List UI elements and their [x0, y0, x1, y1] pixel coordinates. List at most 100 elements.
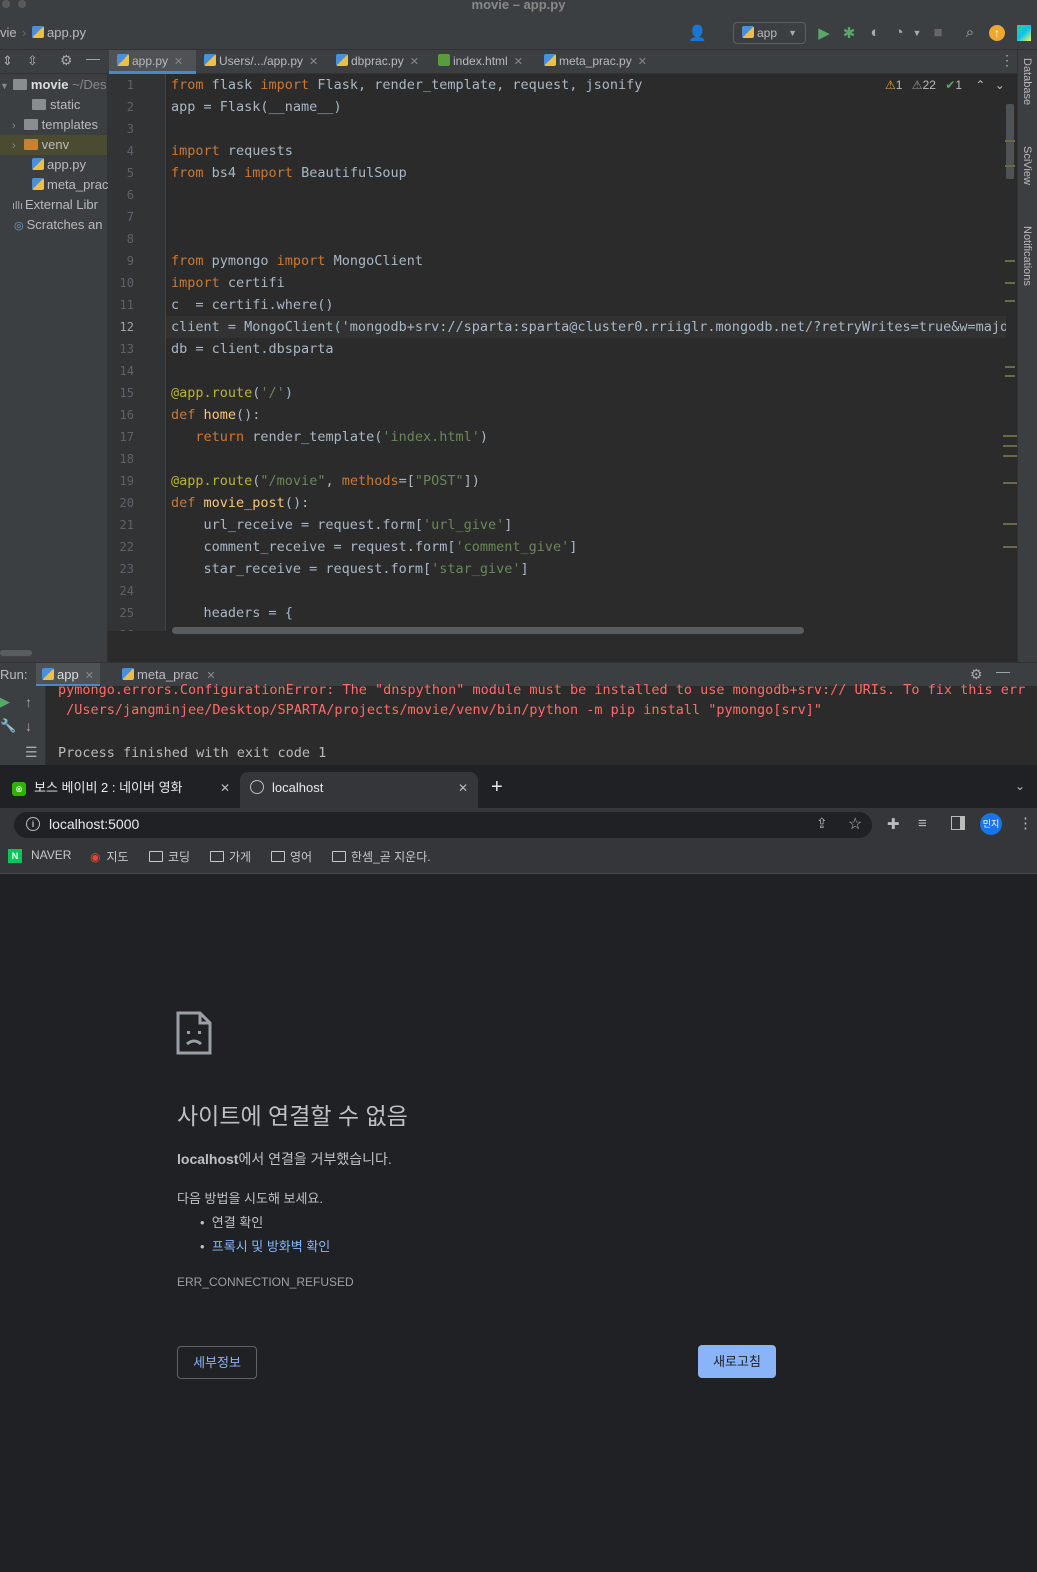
chevron-down-icon[interactable]: ⌄ — [995, 78, 1005, 92]
arrow-down-icon[interactable]: ↓ — [25, 718, 32, 734]
arrow-up-icon[interactable]: ↑ — [25, 694, 32, 710]
breadcrumb-file[interactable]: app.py — [32, 25, 86, 40]
suggestion-link[interactable]: • 프록시 및 방화벽 확인 — [200, 1236, 330, 1255]
error-stripe[interactable] — [1005, 100, 1015, 380]
media-controls-icon[interactable]: ≡ — [918, 815, 927, 832]
warning-icon: ⚠ — [885, 78, 896, 92]
side-panel-icon[interactable] — [951, 816, 965, 830]
bookmark-store[interactable]: 가게 — [210, 848, 251, 865]
close-icon[interactable]: ✕ — [85, 670, 94, 682]
error-title: 사이트에 연결할 수 없음 — [177, 1103, 408, 1129]
search-icon[interactable]: ⌕ — [961, 24, 979, 41]
close-icon[interactable]: ✕ — [174, 56, 183, 68]
bookmark-star-icon[interactable]: ☆ — [848, 814, 862, 834]
code-line: url_receive = request.form['url_give'] — [171, 517, 513, 533]
bookmark-coding[interactable]: 코딩 — [149, 848, 190, 865]
close-icon[interactable]: ✕ — [514, 56, 523, 68]
pycharm-logo-icon — [1017, 25, 1031, 41]
stop-icon[interactable]: ■ — [929, 24, 947, 41]
tree-item-external-libraries[interactable]: ıllı External Libr — [12, 195, 98, 215]
tree-item-templates[interactable]: › templates — [12, 115, 98, 135]
bookmark-map[interactable]: ◉ 지도 — [90, 848, 129, 865]
more-run-chevron-icon[interactable]: ▼ — [908, 28, 926, 38]
python-file-icon — [336, 54, 348, 66]
tree-item-meta-prac[interactable]: meta_prac — [32, 175, 108, 195]
chrome-menu-icon[interactable]: ⋮ — [1018, 814, 1033, 832]
line-number: 9 — [126, 254, 134, 268]
profile-icon[interactable]: ◔ — [890, 24, 908, 41]
tab-meta-prac-py[interactable]: meta_prac.py ✕ — [536, 50, 656, 74]
tree-item-venv[interactable]: › venv — [0, 135, 107, 155]
bookmark-naver[interactable]: N NAVER — [8, 848, 71, 863]
collapse-all-icon[interactable]: ⇳ — [27, 53, 38, 69]
browser-tab-localhost[interactable]: localhost ✕ — [240, 772, 478, 808]
window-minimize-button[interactable] — [18, 0, 26, 8]
url-text[interactable]: localhost:5000 — [49, 816, 139, 832]
info-icon[interactable]: i — [26, 817, 40, 831]
chevron-up-icon[interactable]: ⌃ — [975, 78, 985, 92]
close-icon[interactable]: ✕ — [309, 56, 318, 68]
code-line: from pymongo import MongoClient — [171, 253, 423, 269]
tree-item-app-py[interactable]: app.py — [32, 155, 86, 175]
scratches-icon: ◎ — [14, 220, 24, 232]
line-number: 7 — [126, 210, 134, 224]
hide-panel-icon[interactable]: — — [86, 50, 100, 66]
run-icon[interactable]: ▶ — [815, 24, 833, 42]
run-config-select[interactable]: app ▼ — [733, 22, 806, 44]
tab-index-html[interactable]: index.html ✕ — [430, 50, 536, 74]
code-line: return render_template('index.html') — [195, 429, 489, 445]
tree-item-static[interactable]: static — [32, 95, 80, 115]
close-icon[interactable]: ✕ — [638, 56, 647, 68]
line-number: 4 — [126, 144, 134, 158]
tree-item-movie[interactable]: ▼ movie ~/Des — [0, 75, 106, 95]
expand-all-icon[interactable]: ⇕ — [2, 53, 13, 69]
profile-avatar[interactable]: 민지 — [980, 813, 1002, 835]
horizontal-scrollbar[interactable] — [172, 627, 804, 634]
run-output[interactable]: pymongo.errors.ConfigurationError: The "… — [0, 682, 1037, 765]
tool-sciview[interactable]: SciView — [1021, 146, 1033, 185]
wrench-icon[interactable]: 🔧 — [0, 718, 16, 734]
debug-icon[interactable]: ✱ — [840, 24, 858, 42]
tab-app-py[interactable]: app.py ✕ — [109, 50, 196, 74]
tool-database[interactable]: Database — [1021, 58, 1033, 105]
inspection-widget[interactable]: ⚠1 ⚠22 ✔1 ⌃ ⌄ — [885, 78, 1005, 92]
line-number: 14 — [119, 364, 134, 378]
update-icon[interactable]: ↑ — [989, 25, 1005, 41]
tool-notifications[interactable]: Notifications — [1021, 226, 1033, 286]
project-scrollbar[interactable] — [0, 650, 32, 656]
close-icon[interactable]: ✕ — [458, 772, 468, 804]
share-icon[interactable]: ⇪ — [816, 815, 828, 832]
tab-dbprac-py[interactable]: dbprac.py ✕ — [328, 50, 428, 74]
hide-panel-icon[interactable]: — — [996, 663, 1010, 679]
error-stripe-lower[interactable] — [1003, 430, 1017, 560]
bookmark-english[interactable]: 영어 — [271, 848, 312, 865]
naver-icon: N — [8, 849, 22, 863]
more-tabs-icon[interactable]: ⋮ — [1000, 52, 1014, 69]
code-editor[interactable]: from flask import Flask, render_template… — [166, 74, 1006, 631]
tab-search-chevron-icon[interactable]: ⌄ — [1015, 779, 1025, 793]
details-button[interactable]: 세부정보 — [177, 1346, 257, 1379]
check-icon: ✔ — [945, 78, 956, 92]
extensions-icon[interactable]: ✚ — [887, 815, 900, 833]
suggestion-heading: 다음 방법을 시도해 보세요. — [177, 1191, 324, 1206]
new-tab-button[interactable]: + — [491, 776, 503, 799]
soft-wrap-icon[interactable]: ☰ — [25, 744, 38, 761]
reload-button[interactable]: 새로고침 — [698, 1345, 776, 1378]
breadcrumb-project[interactable]: vie — [0, 25, 17, 40]
code-line: def movie_post(): — [171, 495, 310, 511]
browser-tab-naver-movie[interactable]: ⊗ 보스 베이비 2 : 네이버 영화 ✕ — [2, 772, 240, 808]
address-bar[interactable]: i localhost:5000 ⇪ ☆ — [14, 812, 872, 838]
rerun-icon[interactable]: ▶ — [0, 694, 10, 710]
ide-window: movie – app.py vie › app.py 👤 app ▼ ▶ ✱ ◐… — [0, 0, 1037, 765]
window-close-button[interactable] — [2, 0, 10, 8]
user-icon[interactable]: 👤 — [688, 24, 707, 42]
tree-item-scratches[interactable]: ◎ Scratches an — [14, 215, 102, 235]
close-icon[interactable]: ✕ — [410, 56, 419, 68]
tab-users-app-py[interactable]: Users/.../app.py ✕ — [196, 50, 326, 74]
bookmark-temp[interactable]: 한셈_곧 지운다. — [332, 848, 431, 865]
coverage-icon[interactable]: ◐ — [866, 24, 884, 41]
gear-icon[interactable]: ⚙ — [60, 52, 73, 69]
close-icon[interactable]: ✕ — [220, 772, 230, 804]
close-icon[interactable]: ✕ — [206, 670, 215, 682]
gear-icon[interactable]: ⚙ — [970, 666, 983, 683]
